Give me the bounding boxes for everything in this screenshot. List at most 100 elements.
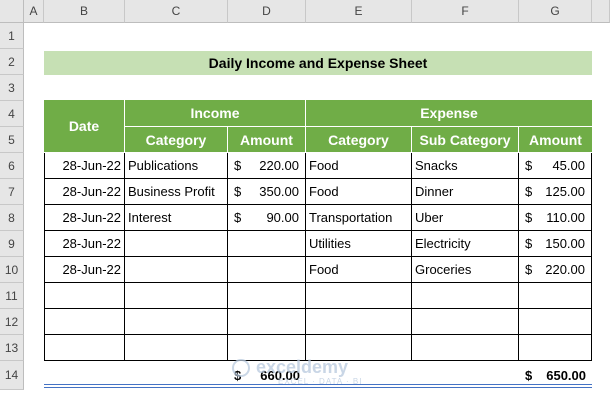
cell-income-category[interactable]: Publications [125, 153, 228, 179]
row-header-8[interactable]: 8 [0, 205, 24, 231]
cell-expense-amount[interactable]: $125.00 [519, 179, 592, 205]
row-header-1[interactable]: 1 [0, 23, 24, 49]
cell-expense-category[interactable]: Food [306, 179, 412, 205]
cell-income-category[interactable] [125, 335, 228, 361]
cell-income-category[interactable] [125, 231, 228, 257]
cell-income-amount[interactable] [228, 231, 306, 257]
row-header-2[interactable]: 2 [0, 49, 24, 75]
cell-expense-category[interactable]: Food [306, 257, 412, 283]
row-header-14[interactable]: 14 [0, 361, 24, 390]
amount-value: 45.00 [552, 158, 585, 173]
header-expense[interactable]: Expense [306, 100, 592, 127]
header-income[interactable]: Income [125, 100, 306, 127]
cell-expense-category[interactable]: Transportation [306, 205, 412, 231]
cell-income-category[interactable]: Business Profit [125, 179, 228, 205]
cell-expense-subcategory[interactable]: Uber [412, 205, 519, 231]
watermark-logo-icon [232, 359, 250, 377]
spreadsheet: ABCDEFG 1 2 3 4 5 6 7 8 9 10 11 12 13 14 Daily Income… [0, 0, 610, 403]
amount-value: 150.00 [545, 236, 585, 251]
row-header-12[interactable]: 12 [0, 309, 24, 335]
header-expense-subcategory[interactable]: Sub Category [412, 127, 519, 153]
row-header-11[interactable]: 11 [0, 283, 24, 309]
cell-income-amount[interactable] [228, 283, 306, 309]
cell-income-amount[interactable]: $220.00 [228, 153, 306, 179]
header-income-amount[interactable]: Amount [228, 127, 306, 153]
currency-symbol: $ [525, 184, 533, 199]
cell-date[interactable]: 28-Jun-22 [44, 257, 125, 283]
cell-expense-amount[interactable]: $110.00 [519, 205, 592, 231]
currency-symbol: $ [234, 184, 242, 199]
cell-expense-category[interactable]: Utilities [306, 231, 412, 257]
select-all-corner[interactable] [0, 0, 24, 23]
cell-expense-amount[interactable]: $220.00 [519, 257, 592, 283]
row-header-5[interactable]: 5 [0, 127, 24, 153]
column-header-a[interactable]: A [24, 0, 44, 23]
cell-date[interactable]: 28-Jun-22 [44, 231, 125, 257]
header-expense-category[interactable]: Category [306, 127, 412, 153]
cell-expense-amount[interactable]: $150.00 [519, 231, 592, 257]
cell-expense-category[interactable] [306, 309, 412, 335]
cell-income-amount[interactable] [228, 257, 306, 283]
currency-symbol: $ [525, 158, 533, 173]
cell-expense-amount[interactable] [519, 309, 592, 335]
amount-value: 125.00 [545, 184, 585, 199]
row-header-10[interactable]: 10 [0, 257, 24, 283]
watermark-tagline: EXCEL · DATA · BI [278, 377, 363, 386]
total-expense-value: 650.00 [546, 367, 586, 383]
cell-income-category[interactable] [125, 309, 228, 335]
cell-date[interactable] [44, 309, 125, 335]
cell-income-amount[interactable] [228, 309, 306, 335]
cell-expense-subcategory[interactable]: Snacks [412, 153, 519, 179]
column-header-b[interactable]: B [44, 0, 125, 23]
currency-symbol: $ [525, 210, 533, 225]
header-date[interactable]: Date [44, 100, 125, 153]
cell-date[interactable] [44, 335, 125, 361]
row-header-4[interactable]: 4 [0, 101, 24, 127]
header-income-category[interactable]: Category [125, 127, 228, 153]
cell-expense-subcategory[interactable]: Groceries [412, 257, 519, 283]
amount-value: 220.00 [259, 158, 299, 173]
currency-symbol: $ [525, 236, 533, 251]
exceldemy-watermark: exceldemy EXCEL · DATA · BI [232, 357, 382, 389]
column-header-d[interactable]: D [228, 0, 306, 23]
cell-income-category[interactable] [125, 257, 228, 283]
cell-expense-amount[interactable]: $45.00 [519, 153, 592, 179]
currency-symbol: $ [234, 158, 242, 173]
cell-expense-amount[interactable] [519, 335, 592, 361]
currency-symbol: $ [525, 262, 533, 277]
cell-date[interactable]: 28-Jun-22 [44, 179, 125, 205]
cell-date[interactable]: 28-Jun-22 [44, 205, 125, 231]
amount-value: 110.00 [546, 210, 585, 225]
cell-expense-subcategory[interactable]: Dinner [412, 179, 519, 205]
watermark-name: exceldemy [256, 357, 349, 377]
column-header-filler [592, 0, 610, 23]
column-header-c[interactable]: C [125, 0, 228, 23]
header-expense-amount[interactable]: Amount [519, 127, 592, 153]
cell-expense-subcategory[interactable] [412, 309, 519, 335]
cell-income-category[interactable]: Interest [125, 205, 228, 231]
cell-income-category[interactable] [125, 283, 228, 309]
amount-value: 350.00 [259, 184, 299, 199]
cell-expense-subcategory[interactable]: Electricity [412, 231, 519, 257]
column-header-e[interactable]: E [306, 0, 412, 23]
row-header-3[interactable]: 3 [0, 75, 24, 101]
row-header-7[interactable]: 7 [0, 179, 24, 205]
cell-expense-category[interactable] [306, 283, 412, 309]
cell-date[interactable]: 28-Jun-22 [44, 153, 125, 179]
currency-symbol: $ [525, 367, 533, 383]
cell-expense-category[interactable]: Food [306, 153, 412, 179]
column-header-g[interactable]: G [519, 0, 592, 23]
cell-income-amount[interactable]: $90.00 [228, 205, 306, 231]
amount-value: 90.00 [266, 210, 299, 225]
cell-expense-amount[interactable] [519, 283, 592, 309]
currency-symbol: $ [234, 210, 242, 225]
row-header-9[interactable]: 9 [0, 231, 24, 257]
row-header-6[interactable]: 6 [0, 153, 24, 179]
cell-date[interactable] [44, 283, 125, 309]
cell-expense-subcategory[interactable] [412, 335, 519, 361]
cell-income-amount[interactable]: $350.00 [228, 179, 306, 205]
sheet-title[interactable]: Daily Income and Expense Sheet [44, 51, 592, 75]
cell-expense-subcategory[interactable] [412, 283, 519, 309]
row-header-13[interactable]: 13 [0, 335, 24, 361]
column-header-f[interactable]: F [412, 0, 519, 23]
